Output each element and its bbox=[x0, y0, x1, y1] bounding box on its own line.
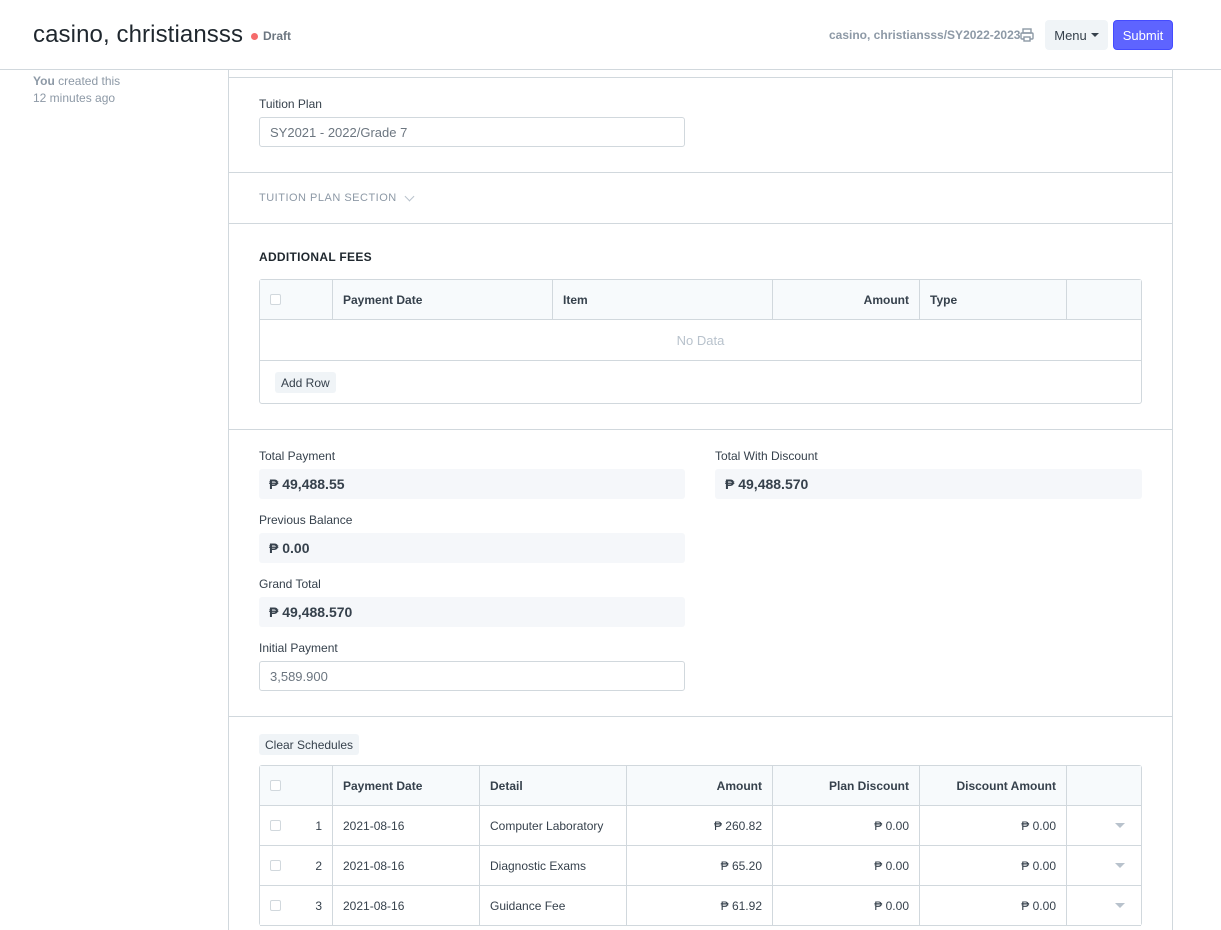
column-amount: Amount bbox=[627, 766, 773, 805]
table-header: Payment Date Detail Amount Plan Discount… bbox=[260, 766, 1141, 806]
column-discount-amount: Discount Amount bbox=[920, 766, 1067, 805]
select-all-cell bbox=[260, 766, 333, 805]
total-payment-value: ₱ 49,488.55 bbox=[259, 469, 685, 499]
row-actions-cell bbox=[1067, 806, 1141, 845]
row-checkbox[interactable] bbox=[270, 860, 281, 871]
created-time: 12 minutes ago bbox=[33, 91, 116, 105]
select-all-checkbox[interactable] bbox=[270, 780, 281, 791]
row-checkbox[interactable] bbox=[270, 820, 281, 831]
column-actions bbox=[1067, 280, 1141, 319]
column-payment-date: Payment Date bbox=[333, 280, 553, 319]
cell-discount-amount[interactable]: ₱ 0.00 bbox=[920, 846, 1067, 885]
previous-balance-value: ₱ 0.00 bbox=[259, 533, 685, 563]
caret-down-icon[interactable] bbox=[1115, 903, 1125, 908]
add-row-button[interactable]: Add Row bbox=[275, 372, 336, 393]
row-actions-cell bbox=[1067, 846, 1141, 885]
table-header: Payment Date Item Amount Type bbox=[260, 280, 1141, 320]
cell-amount[interactable]: ₱ 65.20 bbox=[627, 846, 773, 885]
table-row[interactable]: 2 2021-08-16 Diagnostic Exams ₱ 65.20 ₱ … bbox=[260, 846, 1141, 886]
row-select-cell: 1 bbox=[260, 806, 333, 845]
cell-plan-discount[interactable]: ₱ 0.00 bbox=[773, 806, 920, 845]
document-path: casino, christiansss/SY2022-2023 bbox=[829, 28, 1021, 42]
column-payment-date: Payment Date bbox=[333, 766, 480, 805]
printer-icon[interactable] bbox=[1019, 27, 1035, 43]
additional-fees-title: ADDITIONAL FEES bbox=[259, 250, 372, 264]
caret-down-icon[interactable] bbox=[1115, 863, 1125, 868]
row-number: 3 bbox=[315, 898, 322, 913]
row-actions-cell bbox=[1067, 886, 1141, 925]
initial-payment-input[interactable]: 3,589.900 bbox=[259, 661, 685, 691]
tuition-plan-input[interactable]: SY2021 - 2022/Grade 7 bbox=[259, 117, 685, 147]
row-number: 2 bbox=[315, 858, 322, 873]
menu-button-label: Menu bbox=[1054, 27, 1087, 43]
table-row[interactable]: 1 2021-08-16 Computer Laboratory ₱ 260.8… bbox=[260, 806, 1141, 846]
grand-total-label: Grand Total bbox=[259, 577, 321, 591]
status-dot-icon bbox=[251, 32, 258, 40]
section-divider-top bbox=[229, 70, 1172, 78]
cell-amount[interactable]: ₱ 260.82 bbox=[627, 806, 773, 845]
cell-payment-date[interactable]: 2021-08-16 bbox=[333, 886, 480, 925]
schedules-table: Payment Date Detail Amount Plan Discount… bbox=[259, 765, 1142, 926]
total-with-discount-value: ₱ 49,488.570 bbox=[715, 469, 1142, 499]
cell-payment-date[interactable]: 2021-08-16 bbox=[333, 846, 480, 885]
select-all-cell bbox=[260, 280, 333, 319]
cell-detail[interactable]: Computer Laboratory bbox=[480, 806, 627, 845]
page-title: casino, christiansss bbox=[33, 21, 244, 48]
submit-button[interactable]: Submit bbox=[1113, 20, 1173, 50]
cell-payment-date[interactable]: 2021-08-16 bbox=[333, 806, 480, 845]
cell-discount-amount[interactable]: ₱ 0.00 bbox=[920, 806, 1067, 845]
column-plan-discount: Plan Discount bbox=[773, 766, 920, 805]
cell-amount[interactable]: ₱ 61.92 bbox=[627, 886, 773, 925]
clear-schedules-button[interactable]: Clear Schedules bbox=[259, 734, 360, 755]
total-payment-label: Total Payment bbox=[259, 449, 336, 463]
table-footer: Add Row bbox=[260, 361, 1141, 403]
totals-section: Total Payment ₱ 49,488.55 Total With Dis… bbox=[229, 430, 1172, 717]
cell-detail[interactable]: Guidance Fee bbox=[480, 886, 627, 925]
row-checkbox[interactable] bbox=[270, 900, 281, 911]
column-actions bbox=[1067, 766, 1141, 805]
menu-button[interactable]: Menu bbox=[1045, 20, 1108, 50]
column-amount: Amount bbox=[773, 280, 920, 319]
timeline-sidebar: You created this 12 minutes ago bbox=[33, 73, 120, 107]
cell-plan-discount[interactable]: ₱ 0.00 bbox=[773, 886, 920, 925]
empty-state: No Data bbox=[260, 320, 1141, 361]
caret-down-icon bbox=[1090, 33, 1099, 37]
cell-detail[interactable]: Diagnostic Exams bbox=[480, 846, 627, 885]
row-select-cell: 2 bbox=[260, 846, 333, 885]
created-by: You created this bbox=[33, 73, 120, 90]
total-with-discount-label: Total With Discount bbox=[715, 449, 818, 463]
creator-name: You bbox=[33, 74, 55, 88]
row-select-cell: 3 bbox=[260, 886, 333, 925]
row-number: 1 bbox=[315, 818, 322, 833]
cell-discount-amount[interactable]: ₱ 0.00 bbox=[920, 886, 1067, 925]
tuition-plan-collapsible bbox=[229, 173, 1172, 224]
previous-balance-label: Previous Balance bbox=[259, 513, 353, 527]
status-label: Draft bbox=[263, 29, 292, 43]
tuition-plan-section: Tuition Plan SY2021 - 2022/Grade 7 bbox=[229, 78, 1172, 173]
column-type: Type bbox=[920, 280, 1067, 319]
form-panel: Tuition Plan SY2021 - 2022/Grade 7 TUITI… bbox=[228, 70, 1173, 930]
grand-total-value: ₱ 49,488.570 bbox=[259, 597, 685, 627]
column-item: Item bbox=[553, 280, 773, 319]
table-row[interactable]: 3 2021-08-16 Guidance Fee ₱ 61.92 ₱ 0.00… bbox=[260, 886, 1141, 926]
initial-payment-label: Initial Payment bbox=[259, 641, 338, 655]
created-text: created this bbox=[58, 74, 121, 88]
select-all-checkbox[interactable] bbox=[270, 294, 281, 305]
caret-down-icon[interactable] bbox=[1115, 823, 1125, 828]
cell-plan-discount[interactable]: ₱ 0.00 bbox=[773, 846, 920, 885]
tuition-plan-label: Tuition Plan bbox=[259, 97, 322, 111]
status-badge: Draft bbox=[251, 29, 291, 43]
column-detail: Detail bbox=[480, 766, 627, 805]
page-header: casino, christiansss Draft casino, chris… bbox=[0, 0, 1221, 70]
additional-fees-table: Payment Date Item Amount Type No Data Ad… bbox=[259, 279, 1142, 404]
